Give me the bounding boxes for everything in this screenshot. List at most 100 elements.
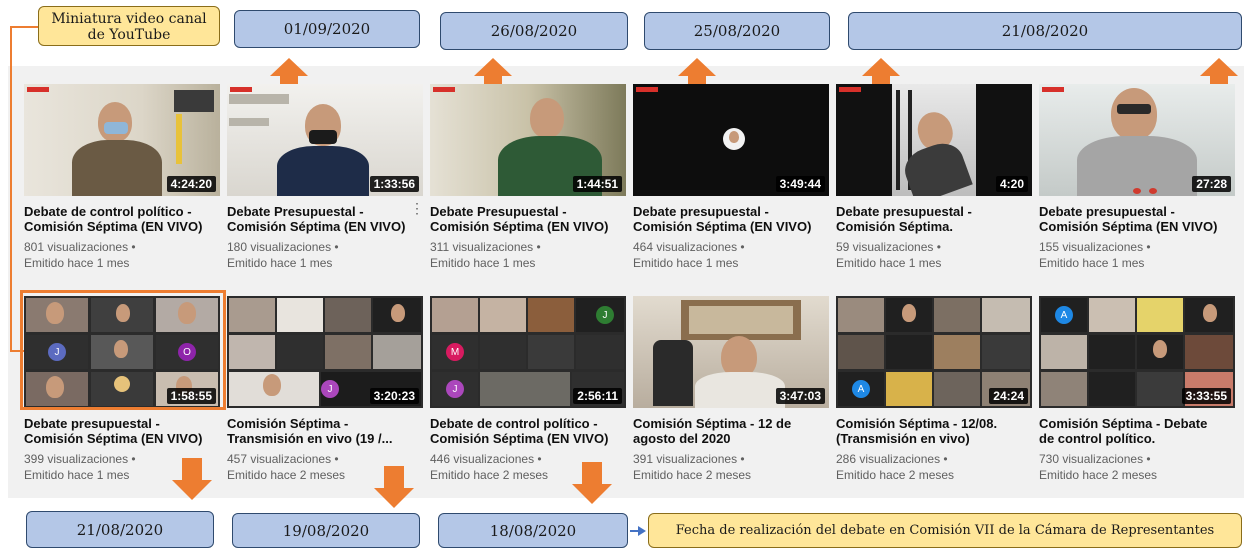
date-box: 25/08/2020 — [644, 12, 830, 50]
video-title-line: Comisión Séptima (EN VIVO) — [1039, 219, 1218, 234]
video-title[interactable]: Comisión Séptima - 12 de agosto del 2020 — [633, 416, 829, 446]
video-card[interactable]: 4:24:20 Debate de control político - Com… — [24, 84, 220, 271]
video-duration: 3:20:23 — [369, 388, 419, 404]
video-age: Emitido hace 2 meses — [836, 468, 955, 482]
selected-thumbnail-highlight — [20, 290, 226, 410]
video-views: 801 visualizaciones • — [24, 240, 136, 254]
video-age: Emitido hace 1 mes — [1039, 256, 1145, 270]
video-title[interactable]: Debate de control político - Comisión Sé… — [24, 204, 220, 234]
date-box: 18/08/2020 — [438, 513, 628, 548]
video-thumbnail[interactable]: 27:28 — [1039, 84, 1235, 196]
video-card[interactable]: J 3:20:23 Comisión Séptima - Transmisión… — [227, 296, 423, 483]
avatar: A — [1055, 306, 1073, 324]
video-views: 180 visualizaciones • — [227, 240, 339, 254]
video-title-line: Debate de control político - — [430, 416, 598, 431]
video-meta: 464 visualizaciones • Emitido hace 1 mes — [633, 239, 829, 271]
video-title[interactable]: Comisión Séptima - 12/08. (Transmisión e… — [836, 416, 1032, 446]
video-title-line: Debate presupuestal - — [633, 204, 769, 219]
video-title-line: Comisión Séptima - Debate — [1039, 416, 1208, 431]
video-title[interactable]: Comisión Séptima - Debate de control pol… — [1039, 416, 1235, 446]
video-views: 59 visualizaciones • — [836, 240, 941, 254]
video-title-line: (Transmisión en vivo) — [836, 431, 970, 446]
avatar: A — [852, 380, 870, 398]
video-meta: 391 visualizaciones • Emitido hace 2 mes… — [633, 451, 829, 483]
video-duration: 3:47:03 — [775, 388, 825, 404]
video-title-line: Debate Presupuestal - — [430, 204, 567, 219]
video-card[interactable]: 1:44:51 Debate Presupuestal - Comisión S… — [430, 84, 626, 271]
video-card[interactable]: J M J 2:56:11 Debate de control político… — [430, 296, 626, 483]
video-card[interactable]: 4:20 Debate presupuestal - Comisión Sépt… — [836, 84, 1032, 271]
video-duration: 1:33:56 — [369, 176, 419, 192]
video-title-line: Comisión Séptima - 12/08. — [836, 416, 998, 431]
video-age: Emitido hace 1 mes — [633, 256, 739, 270]
avatar: M — [446, 343, 464, 361]
date-note: Fecha de realización del debate en Comis… — [648, 513, 1242, 548]
video-duration: 3:33:55 — [1181, 388, 1231, 404]
video-title[interactable]: Debate presupuestal - Comisión Séptima (… — [633, 204, 829, 234]
video-age: Emitido hace 2 meses — [633, 468, 752, 482]
thumbnail-note-line2: de YouTube — [87, 27, 171, 43]
avatar: J — [446, 380, 464, 398]
video-duration: 3:49:44 — [775, 176, 825, 192]
avatar: J — [321, 380, 339, 398]
video-meta: 180 visualizaciones • Emitido hace 1 mes — [227, 239, 423, 271]
video-views: 464 visualizaciones • — [633, 240, 745, 254]
video-title-line: Comisión Séptima - 12 de — [633, 416, 792, 431]
video-title-line: Comisión Séptima. — [836, 219, 954, 234]
video-title-line: agosto del 2020 — [633, 431, 731, 446]
video-title[interactable]: Debate presupuestal - Comisión Séptima. — [836, 204, 1032, 234]
video-age: Emitido hace 1 mes — [836, 256, 942, 270]
avatar: J — [596, 306, 614, 324]
video-card[interactable]: A 24:24 Comisión Séptima - 12/08. (Trans… — [836, 296, 1032, 483]
video-views: 457 visualizaciones • — [227, 452, 339, 466]
video-thumbnail[interactable]: 3:49:44 — [633, 84, 829, 196]
video-title-line: Comisión Séptima (EN VIVO) — [633, 219, 812, 234]
video-age: Emitido hace 1 mes — [24, 256, 130, 270]
video-duration: 24:24 — [989, 388, 1028, 404]
video-card[interactable]: 1:33:56 Debate Presupuestal - Comisión S… — [227, 84, 423, 271]
video-thumbnail[interactable]: J 3:20:23 — [227, 296, 423, 408]
down-arrow-icon — [374, 466, 414, 508]
video-card[interactable]: 27:28 Debate presupuestal - Comisión Sép… — [1039, 84, 1235, 271]
video-title[interactable]: Debate presupuestal - Comisión Séptima (… — [1039, 204, 1235, 234]
video-thumbnail[interactable]: 3:47:03 — [633, 296, 829, 408]
video-card[interactable]: 3:49:44 Debate presupuestal - Comisión S… — [633, 84, 829, 271]
video-title-line: Debate presupuestal - — [1039, 204, 1175, 219]
more-options-icon[interactable]: ⋮ — [410, 200, 424, 217]
video-thumbnail[interactable]: A 24:24 — [836, 296, 1032, 408]
date-box: 01/09/2020 — [234, 10, 420, 48]
video-views: 730 visualizaciones • — [1039, 452, 1151, 466]
video-title-line: de control político. — [1039, 431, 1156, 446]
down-arrow-icon — [172, 458, 212, 500]
video-thumbnail[interactable]: A 3:33:55 — [1039, 296, 1235, 408]
video-thumbnail[interactable]: 4:24:20 — [24, 84, 220, 196]
video-title[interactable]: Debate de control político - Comisión Sé… — [430, 416, 626, 446]
video-age: Emitido hace 1 mes — [430, 256, 536, 270]
video-meta: 286 visualizaciones • Emitido hace 2 mes… — [836, 451, 1032, 483]
video-meta: 311 visualizaciones • Emitido hace 1 mes — [430, 239, 626, 271]
video-thumbnail[interactable]: 1:33:56 — [227, 84, 423, 196]
video-card[interactable]: A 3:33:55 Comisión Séptima - Debate de c… — [1039, 296, 1235, 483]
video-duration: 4:20 — [995, 176, 1028, 192]
video-meta: 730 visualizaciones • Emitido hace 2 mes… — [1039, 451, 1235, 483]
video-views: 311 visualizaciones • — [430, 240, 541, 254]
video-age: Emitido hace 2 meses — [1039, 468, 1158, 482]
video-title[interactable]: Comisión Séptima - Transmisión en vivo (… — [227, 416, 423, 446]
note-connector — [10, 26, 38, 28]
video-card[interactable]: 3:47:03 Comisión Séptima - 12 de agosto … — [633, 296, 829, 483]
video-thumbnail[interactable]: 1:44:51 — [430, 84, 626, 196]
down-arrow-icon — [572, 462, 612, 504]
date-box: 26/08/2020 — [440, 12, 628, 50]
video-title[interactable]: Debate Presupuestal - Comisión Séptima (… — [227, 204, 423, 234]
video-title[interactable]: Debate Presupuestal - Comisión Séptima (… — [430, 204, 626, 234]
video-title-line: Debate presupuestal - — [836, 204, 972, 219]
video-title[interactable]: Debate presupuestal - Comisión Séptima (… — [24, 416, 220, 446]
video-thumbnail[interactable]: J M J 2:56:11 — [430, 296, 626, 408]
video-thumbnail[interactable]: 4:20 — [836, 84, 1032, 196]
video-title-line: Comisión Séptima (EN VIVO) — [430, 219, 609, 234]
date-box: 21/08/2020 — [848, 12, 1242, 50]
video-title-line: Transmisión en vivo (19 /... — [227, 431, 393, 446]
video-age: Emitido hace 1 mes — [227, 256, 333, 270]
video-duration: 4:24:20 — [166, 176, 216, 192]
video-title-line: Debate presupuestal - — [24, 416, 160, 431]
